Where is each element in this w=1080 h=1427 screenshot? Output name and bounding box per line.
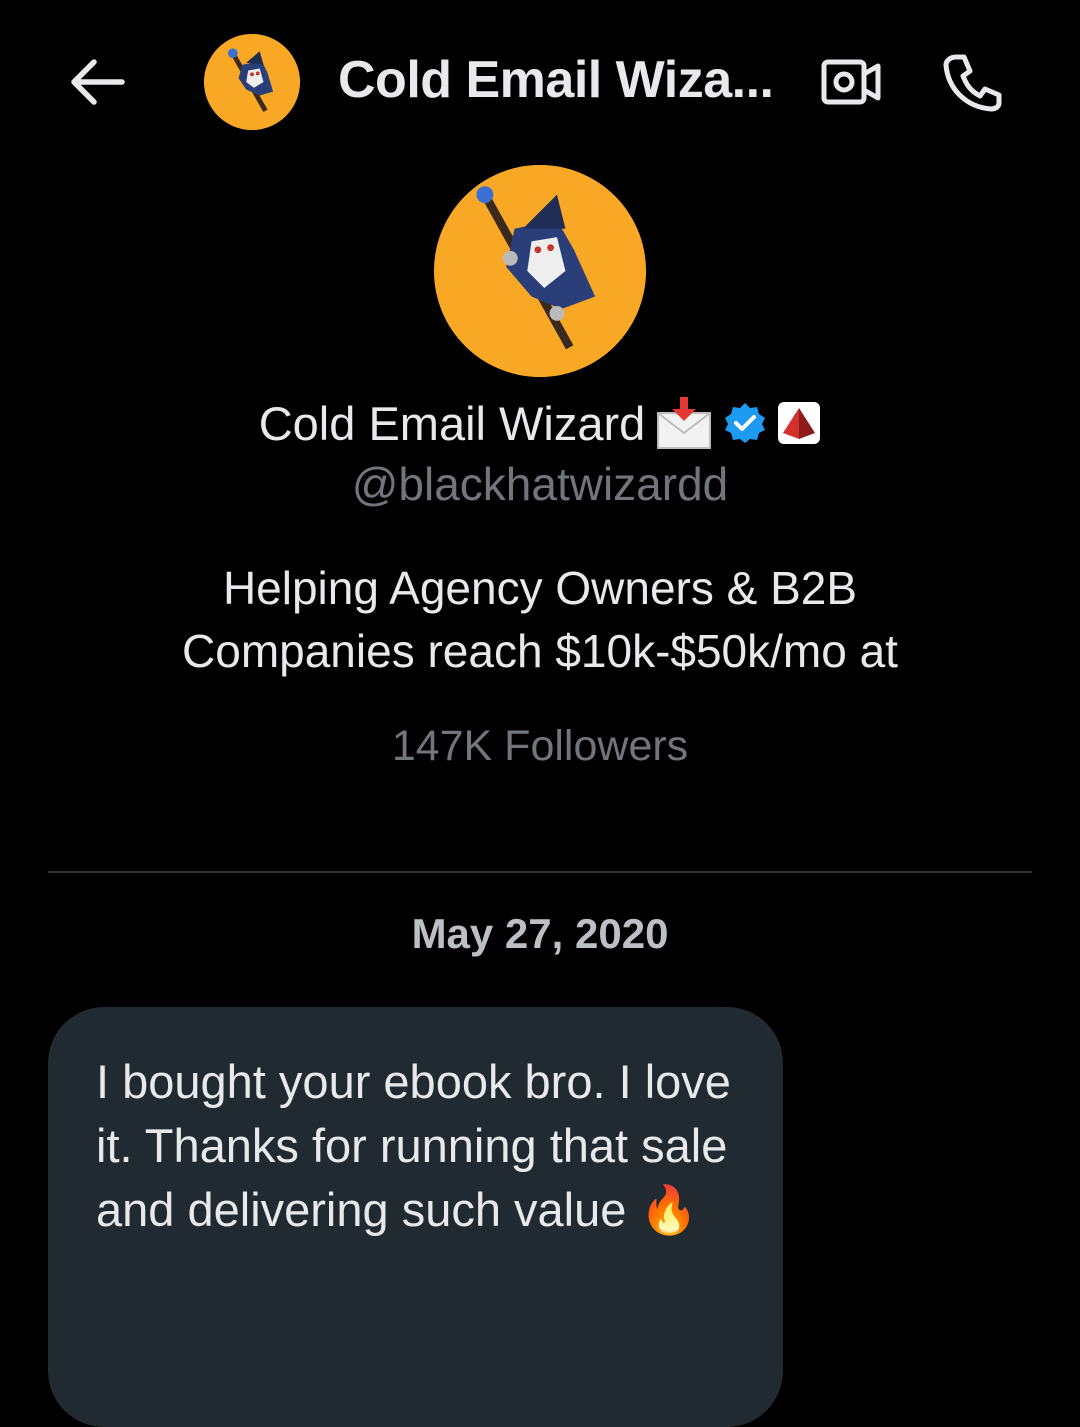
header-avatar[interactable]	[204, 34, 300, 130]
profile-name-row: Cold Email Wizard	[0, 395, 1080, 451]
red-pyramid-icon	[777, 401, 821, 445]
phone-call-button[interactable]	[934, 46, 1010, 118]
message-text: I bought your ebook bro. I love it. Than…	[96, 1055, 731, 1236]
video-call-button[interactable]	[816, 50, 888, 114]
conversation-title[interactable]: Cold Email Wiza...	[338, 50, 774, 110]
video-call-icon	[821, 59, 881, 105]
incoming-envelope-icon	[655, 395, 713, 451]
wizard-avatar-icon	[204, 34, 300, 130]
back-button[interactable]	[62, 52, 132, 112]
verified-badge-icon	[723, 401, 767, 445]
arrow-left-icon	[71, 59, 125, 105]
profile-handle: @blackhatwizardd	[351, 458, 729, 510]
bio-line: Companies reach $10k-$50k/mo at	[182, 625, 898, 677]
divider	[48, 871, 1032, 873]
profile-bio: Helping Agency Owners & B2B Companies re…	[0, 557, 1080, 683]
bio-line: Helping Agency Owners & B2B	[222, 562, 858, 614]
profile-avatar[interactable]	[434, 165, 646, 377]
conversation-header: Cold Email Wiza...	[0, 0, 1080, 165]
profile-name: Cold Email Wizard	[258, 396, 646, 450]
followers-count[interactable]: 147K Followers	[0, 722, 1080, 771]
wizard-avatar-icon	[434, 165, 646, 377]
phone-icon	[943, 54, 1002, 112]
date-separator: May 27, 2020	[411, 910, 669, 957]
